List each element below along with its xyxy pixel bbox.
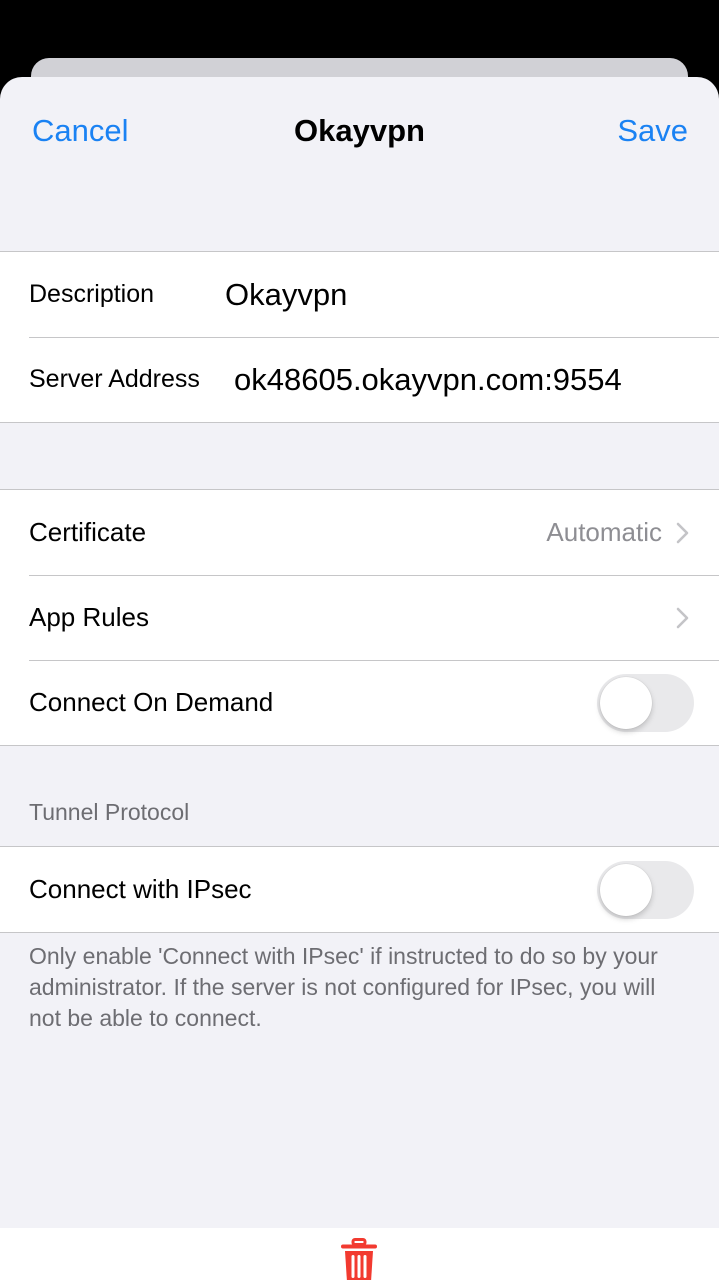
- chevron-right-icon: [676, 522, 689, 544]
- bottom-toolbar: [0, 1228, 719, 1280]
- connect-with-ipsec-label: Connect with IPsec: [29, 874, 252, 904]
- chevron-right-icon: [676, 607, 689, 629]
- save-button[interactable]: Save: [617, 113, 688, 149]
- settings-group: Certificate Automatic App Rules Connect …: [0, 489, 719, 746]
- vpn-config-sheet: Cancel Okayvpn Save Description Okayvpn …: [0, 77, 719, 1280]
- description-row: Description Okayvpn: [0, 252, 719, 337]
- toggle-knob: [600, 864, 652, 916]
- navigation-bar: Cancel Okayvpn Save: [0, 77, 719, 187]
- app-rules-row[interactable]: App Rules: [0, 575, 719, 660]
- trash-icon[interactable]: [340, 1238, 378, 1280]
- connect-on-demand-label: Connect On Demand: [29, 687, 274, 717]
- screen: Cancel Okayvpn Save Description Okayvpn …: [0, 0, 719, 1280]
- connect-on-demand-row: Connect On Demand: [0, 660, 719, 745]
- tunnel-protocol-header: Tunnel Protocol: [29, 799, 190, 825]
- server-address-label: Server Address: [29, 365, 200, 393]
- app-rules-label: App Rules: [29, 602, 149, 632]
- tunnel-group: Connect with IPsec: [0, 846, 719, 933]
- connect-with-ipsec-toggle[interactable]: [597, 861, 694, 919]
- description-field[interactable]: Okayvpn: [225, 252, 347, 337]
- connect-on-demand-toggle[interactable]: [597, 674, 694, 732]
- connect-with-ipsec-row: Connect with IPsec: [0, 847, 719, 932]
- ipsec-footer-note: Only enable 'Connect with IPsec' if inst…: [29, 943, 658, 1031]
- certificate-row[interactable]: Certificate Automatic: [0, 490, 719, 575]
- server-address-field[interactable]: ok48605.okayvpn.com:9554: [234, 337, 622, 422]
- server-address-row: Server Address ok48605.okayvpn.com:9554: [0, 337, 719, 422]
- certificate-value: Automatic: [546, 517, 662, 547]
- page-title: Okayvpn: [294, 113, 425, 148]
- certificate-label: Certificate: [29, 517, 147, 547]
- description-label: Description: [29, 280, 155, 308]
- toggle-knob: [600, 677, 652, 729]
- connection-fields-group: Description Okayvpn Server Address ok486…: [0, 251, 719, 423]
